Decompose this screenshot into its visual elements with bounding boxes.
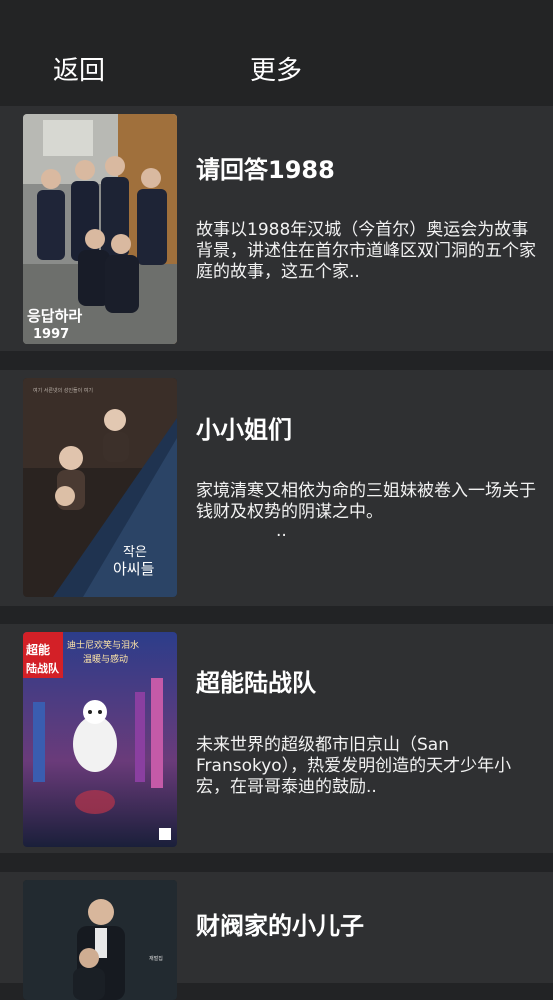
back-button[interactable]: 返回: [53, 52, 105, 90]
svg-text:작은: 작은: [123, 545, 147, 560]
item-title: 财阀家的小儿子: [196, 912, 364, 940]
svg-text:재벌집: 재벌집: [149, 955, 163, 962]
poster-image: 작은 아씨들 여기 서른넷의 성인들이 여기: [23, 378, 177, 597]
list-item[interactable]: 작은 아씨들 여기 서른넷의 성인들이 여기 小小姐们 家境清寒又相依为命的三姐…: [0, 370, 553, 606]
list-item[interactable]: 재벌집 财阀家的小儿子: [0, 872, 553, 1000]
svg-text:陆战队: 陆战队: [26, 661, 60, 675]
item-title: 小小姐们: [196, 416, 292, 444]
svg-text:1997: 1997: [33, 327, 69, 342]
more-button[interactable]: 更多: [250, 52, 302, 90]
top-bar: 返回 更多: [0, 0, 553, 106]
svg-text:응답하라: 응답하라: [27, 307, 82, 325]
item-ellipsis: ..: [276, 521, 287, 541]
list-item[interactable]: 응답하라 1997 请回答1988 故事以1988年汉城（今首尔）奥运会为故事背…: [0, 106, 553, 351]
item-title: 请回答1988: [196, 156, 335, 184]
list-item[interactable]: 超能 陆战队 迪士尼欢笑与泪水 温暖与感动 超能陆战队 未来世界的超级都市旧京山…: [0, 624, 553, 853]
poster-image: 超能 陆战队 迪士尼欢笑与泪水 温暖与感动: [23, 632, 177, 847]
item-description: 家境清寒又相依为命的三姐妹被卷入一场关于钱财及权势的阴谋之中。: [196, 481, 536, 522]
svg-text:여기 서른넷의 성인들이 여기: 여기 서른넷의 성인들이 여기: [33, 387, 93, 394]
svg-text:超能: 超能: [25, 642, 50, 657]
item-title: 超能陆战队: [196, 669, 316, 697]
poster-image: 응답하라 1997: [23, 114, 177, 344]
svg-text:温暖与感动: 温暖与感动: [83, 653, 128, 665]
svg-text:迪士尼欢笑与泪水: 迪士尼欢笑与泪水: [67, 639, 139, 651]
svg-text:아씨들: 아씨들: [113, 560, 155, 578]
item-description: 故事以1988年汉城（今首尔）奥运会为故事背景，讲述住在首尔市道峰区双门洞的五个…: [196, 220, 536, 282]
poster-image: 재벌집: [23, 880, 177, 1000]
item-description: 未来世界的超级都市旧京山（San Fransokyo），热爱发明创造的天才少年小…: [196, 735, 512, 797]
